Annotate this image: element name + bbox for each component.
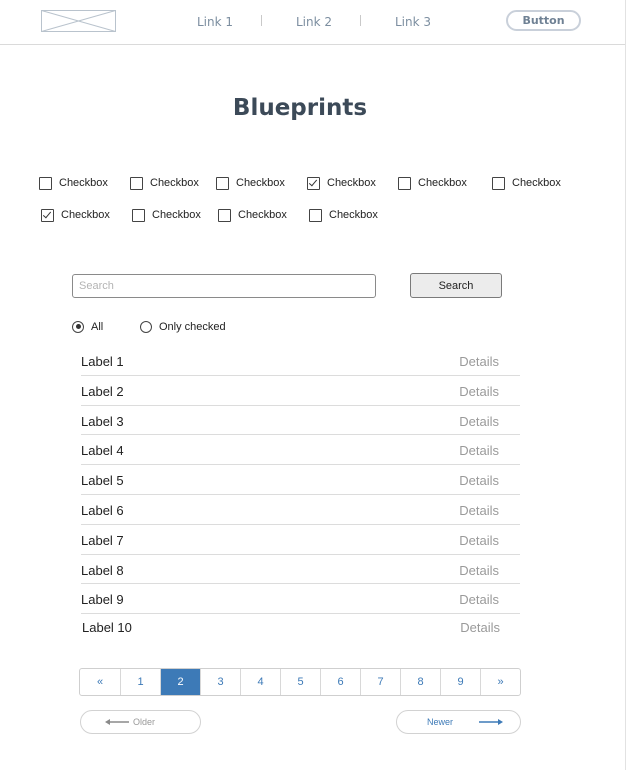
list-item-label: Label 6 (81, 502, 124, 518)
checkbox-1[interactable]: Checkbox (39, 176, 108, 190)
nav-divider (261, 15, 262, 26)
newer-label: Newer (427, 717, 454, 727)
list-item-label: Label 9 (81, 592, 124, 608)
page-prev-button[interactable]: « (80, 669, 120, 695)
checkbox-label: Checkbox (418, 177, 467, 189)
list-item-label: Label 3 (81, 413, 124, 429)
details-link[interactable]: Details (459, 563, 499, 578)
header-button[interactable]: Button (506, 10, 581, 31)
radio-only-checked[interactable]: Only checked (140, 320, 226, 333)
nav-divider (360, 15, 361, 26)
checkbox-3[interactable]: Checkbox (216, 176, 285, 190)
older-label: Older (133, 717, 156, 727)
page-title: Blueprints (232, 95, 368, 121)
checkbox-label: Checkbox (238, 209, 287, 221)
page-9-button[interactable]: 9 (440, 669, 480, 695)
label-list: Label 1 Details Label 2 Details Label 3 … (81, 346, 520, 644)
radio-label: Only checked (159, 320, 226, 333)
checkbox-5-box[interactable] (398, 176, 411, 190)
radio-all[interactable]: All (72, 320, 103, 333)
details-link[interactable]: Details (459, 354, 499, 369)
details-link[interactable]: Details (459, 414, 499, 429)
radio-all-dot[interactable] (72, 320, 84, 333)
checkbox-label: Checkbox (59, 177, 108, 189)
list-item: Label 6 Details (81, 495, 520, 525)
list-item: Label 7 Details (81, 525, 520, 555)
newer-button[interactable]: Newer (396, 710, 521, 734)
page-1-button[interactable]: 1 (120, 669, 160, 695)
page-2-button[interactable]: 2 (160, 669, 200, 695)
checkbox-10-box[interactable] (309, 208, 322, 222)
details-link[interactable]: Details (459, 473, 499, 488)
checkbox-5[interactable]: Checkbox (398, 176, 467, 190)
list-item: Label 3 Details (81, 406, 520, 436)
search-button[interactable]: Search (410, 273, 502, 298)
checkbox-8[interactable]: Checkbox (132, 208, 201, 222)
checkbox-label: Checkbox (236, 177, 285, 189)
details-link[interactable]: Details (459, 443, 499, 458)
list-item: Label 10 Details (81, 614, 520, 644)
older-button[interactable]: Older (80, 710, 201, 734)
list-item: Label 1 Details (81, 346, 520, 376)
details-link[interactable]: Details (459, 533, 499, 548)
list-item: Label 8 Details (81, 555, 520, 585)
checkbox-label: Checkbox (327, 177, 376, 189)
logo-placeholder-icon[interactable] (41, 10, 116, 32)
page-5-button[interactable]: 5 (280, 669, 320, 695)
checkbox-4[interactable]: Checkbox (307, 176, 376, 190)
checkbox-label: Checkbox (329, 209, 378, 221)
page-3-button[interactable]: 3 (200, 669, 240, 695)
page-6-button[interactable]: 6 (320, 669, 360, 695)
nav-link-3[interactable]: Link 3 (395, 15, 431, 29)
details-link[interactable]: Details (459, 592, 499, 607)
checkbox-7[interactable]: Checkbox (41, 208, 110, 222)
list-item: Label 2 Details (81, 376, 520, 406)
search-input[interactable] (72, 274, 376, 298)
checkbox-9-box[interactable] (218, 208, 231, 222)
arrow-left-icon (105, 719, 129, 725)
details-link[interactable]: Details (459, 384, 499, 399)
list-item: Label 4 Details (81, 435, 520, 466)
nav-link-2[interactable]: Link 2 (296, 15, 332, 29)
list-item-label: Label 10 (82, 620, 132, 636)
checkbox-3-box[interactable] (216, 176, 229, 190)
checkbox-1-box[interactable] (39, 176, 52, 190)
checkbox-2[interactable]: Checkbox (130, 176, 199, 190)
checkbox-8-box[interactable] (132, 208, 145, 222)
list-item-label: Label 1 (81, 354, 124, 369)
page-next-button[interactable]: » (480, 669, 520, 695)
checkbox-label: Checkbox (150, 177, 199, 189)
checkbox-6-box[interactable] (492, 176, 505, 190)
page-border (625, 0, 626, 770)
details-link[interactable]: Details (460, 620, 500, 635)
list-item-label: Label 5 (81, 473, 124, 489)
pagination: « 1 2 3 4 5 6 7 8 9 » (79, 668, 521, 696)
checkbox-label: Checkbox (512, 177, 561, 189)
checkbox-label: Checkbox (152, 209, 201, 221)
checkbox-label: Checkbox (61, 209, 110, 221)
checkbox-7-box[interactable] (41, 208, 54, 222)
page-7-button[interactable]: 7 (360, 669, 400, 695)
radio-only-checked-dot[interactable] (140, 320, 152, 333)
list-item-label: Label 4 (81, 443, 124, 459)
checkbox-9[interactable]: Checkbox (218, 208, 287, 222)
nav-link-1[interactable]: Link 1 (197, 15, 233, 29)
list-item-label: Label 8 (81, 562, 124, 578)
top-bar: Link 1 Link 2 Link 3 Button (0, 0, 625, 45)
checkbox-6[interactable]: Checkbox (492, 176, 561, 190)
arrow-right-icon (479, 719, 504, 725)
list-item-label: Label 7 (81, 532, 124, 548)
page-4-button[interactable]: 4 (240, 669, 280, 695)
list-item: Label 9 Details (81, 584, 520, 615)
radio-label: All (91, 320, 104, 333)
checkbox-10[interactable]: Checkbox (309, 208, 378, 222)
page-8-button[interactable]: 8 (400, 669, 440, 695)
checkbox-2-box[interactable] (130, 176, 143, 190)
list-item-label: Label 2 (81, 383, 124, 399)
details-link[interactable]: Details (459, 503, 499, 518)
list-item: Label 5 Details (81, 465, 520, 495)
checkbox-4-box[interactable] (307, 176, 320, 190)
